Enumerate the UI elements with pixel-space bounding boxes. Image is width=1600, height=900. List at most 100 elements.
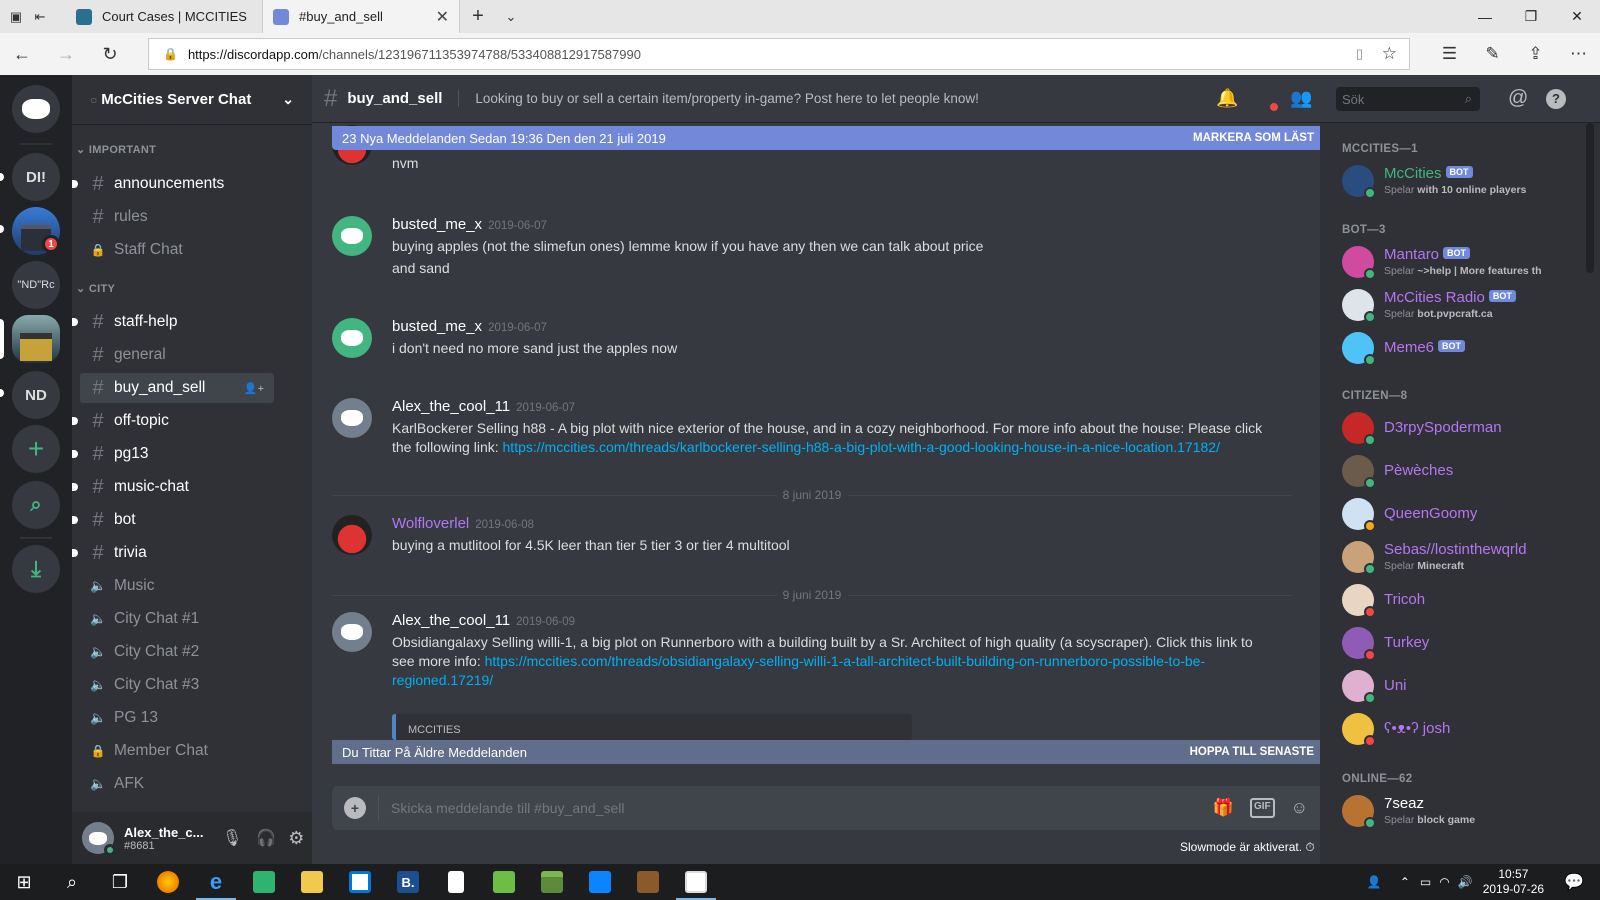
store-icon[interactable] [336,864,384,900]
upload-plus-icon[interactable]: + [344,797,366,819]
xbox-icon[interactable] [480,864,528,900]
channel-pg-13[interactable]: 🔈 PG 13 [80,703,274,733]
share-icon[interactable]: ⇪ [1514,44,1557,64]
pinned-indicator-icon[interactable] [1270,103,1278,111]
wifi-icon[interactable]: ◠ [1439,875,1449,889]
b-app-icon[interactable]: B. [384,864,432,900]
channel-music-chat[interactable]: # music-chat [72,472,274,502]
gift-icon[interactable]: 🎁 [1213,798,1234,818]
channel-general[interactable]: # general [80,340,274,370]
tab-preview-icon[interactable]: ▣ [4,0,28,33]
outlook-icon[interactable] [576,864,624,900]
reading-view-icon[interactable]: ▯ [1356,46,1363,62]
show-hidden-icons-icon[interactable]: ⌃ [1400,875,1410,889]
channel-staff-help[interactable]: # staff-help [72,307,274,337]
server-header[interactable]: ○ McCities Server Chat ⌄ [72,75,312,125]
member-item[interactable]: Meme6 BOT [1342,328,1552,370]
search-input[interactable]: Sök ⌕ [1336,87,1480,111]
settings-gear-icon[interactable]: ⚙ [288,828,304,849]
channel-music[interactable]: 🔈 Music [80,571,274,601]
jump-to-present-button[interactable]: HOPPA TILL SENASTE [1190,746,1314,758]
category-important[interactable]: ⌄ IMPORTANT [76,143,156,156]
channel-city-chat-3[interactable]: 🔈 City Chat #3 [80,670,274,700]
notes-app-icon[interactable] [240,864,288,900]
message-link[interactable]: https://mccities.com/threads/obsidiangal… [485,653,1206,669]
browser-tab-court-cases[interactable]: Court Cases | MCCITIES [66,0,263,33]
channel-afk[interactable]: 🔈 AFK [80,769,274,799]
member-item[interactable]: Tricoh [1342,580,1552,622]
more-icon[interactable]: ⋯ [1557,44,1600,64]
channel-off-topic[interactable]: # off-topic [72,406,274,436]
emoji-icon[interactable]: ☺ [1291,798,1308,818]
message-author[interactable]: busted_me_x 2019-06-07 [392,318,547,335]
channel-pg13[interactable]: # pg13 [72,439,274,469]
notification-bell-icon[interactable]: 🔔 [1216,88,1238,109]
channel-bot[interactable]: # bot [72,505,274,535]
avatar[interactable] [332,216,372,256]
mentions-at-icon[interactable]: @ [1508,87,1528,110]
member-item[interactable]: D3rpySpoderman [1342,408,1552,450]
people-icon[interactable]: 👤 [1367,875,1382,889]
message-author[interactable]: Alex_the_cool_11 2019-06-09 [392,612,575,629]
minecraft-icon[interactable] [528,864,576,900]
channel-city-chat-2[interactable]: 🔈 City Chat #2 [80,637,274,667]
category-city[interactable]: ⌄ CITY [76,282,115,295]
message-input[interactable]: Skicka meddelande till #buy_and_sell [378,795,1213,821]
explore-search-icon[interactable]: ⌕ [12,481,60,529]
discord-home-icon[interactable] [12,85,60,133]
member-list-icon[interactable]: 👥 [1290,88,1312,109]
avatar[interactable] [332,515,372,555]
message-author[interactable]: Wolfloverlel 2019-06-08 [392,515,534,532]
action-center-icon[interactable]: 💬 [1564,872,1584,892]
battery-icon[interactable]: ▭ [1420,875,1431,889]
help-icon[interactable]: ? [1546,88,1566,109]
member-item[interactable]: Turkey [1342,623,1552,665]
headphones-icon[interactable]: 🎧 [256,828,276,848]
message-author[interactable]: busted_me_x 2019-06-07 [392,216,547,233]
chevron-down-icon[interactable]: ⌄ [282,91,294,108]
avatar[interactable] [82,822,116,856]
browser-tab-buy-and-sell[interactable]: #buy_and_sell ✕ [263,0,460,33]
minecraft-launcher-icon[interactable] [624,864,672,900]
favorite-star-icon[interactable]: ☆ [1382,44,1397,64]
avatar[interactable] [332,318,372,358]
download-icon[interactable]: ⤓ [12,545,60,593]
set-tabs-aside-icon[interactable]: ⇤ [28,0,52,33]
photos-icon[interactable] [672,864,720,900]
clock[interactable]: 10:57 2019-07-26 [1483,867,1544,897]
document-icon[interactable] [432,864,480,900]
member-item[interactable]: McCities Radio BOT Spelar bot.pvpcraft.ca [1342,285,1552,327]
new-tab-icon[interactable]: + [460,0,496,33]
channel-buy-and-sell[interactable]: # buy_and_sell 👤+ [80,373,274,403]
add-server-icon[interactable]: + [12,425,60,473]
mark-as-read-button[interactable]: MARKERA SOM LÄST [1193,132,1314,144]
forward-icon[interactable]: → [44,33,88,75]
channel-trivia[interactable]: # trivia [72,538,274,568]
channel-city-chat-1[interactable]: 🔈 City Chat #1 [80,604,274,634]
member-item[interactable]: ʕ•ᴥ•ʔ josh [1342,709,1552,751]
avatar[interactable] [332,398,372,438]
minimize-icon[interactable]: — [1462,0,1508,33]
channel-rules[interactable]: # rules [80,202,274,232]
channel-announcements[interactable]: # announcements [72,169,274,199]
channel-topic[interactable]: Looking to buy or sell a certain item/pr… [475,91,979,106]
member-item[interactable]: Uni [1342,666,1552,708]
channel-staff-chat[interactable]: 🔒 Staff Chat [80,235,274,265]
start-windows-icon[interactable]: ⊞ [0,864,48,900]
back-icon[interactable]: ← [0,33,44,75]
mute-microphone-icon[interactable]: 🎙 [222,828,242,848]
tab-list-chevron-icon[interactable]: ⌄ [496,0,526,33]
favorites-list-icon[interactable]: ☰ [1428,44,1471,64]
member-item[interactable]: Sebas//lostinthewqrld Spelar Minecraft [1342,537,1552,579]
pen-icon[interactable]: ✎ [1471,44,1514,64]
member-item[interactable]: Pèwèches [1342,451,1552,493]
message-author[interactable]: Alex_the_cool_11 2019-06-07 [392,398,575,415]
refresh-icon[interactable]: ↻ [88,33,132,75]
message-link[interactable]: https://mccities.com/threads/karlbockere… [503,439,1220,455]
message-link[interactable]: regioned.17219/ [392,672,493,688]
member-item[interactable]: 7seaz Spelar block game [1342,791,1552,833]
server-nd-rc[interactable]: "ND"Rc [12,261,60,309]
older-messages-bar[interactable]: Du Tittar På Äldre Meddelanden HOPPA TIL… [332,740,1324,764]
server-nd[interactable]: ND [12,371,60,419]
create-invite-icon[interactable]: 👤+ [244,382,264,395]
